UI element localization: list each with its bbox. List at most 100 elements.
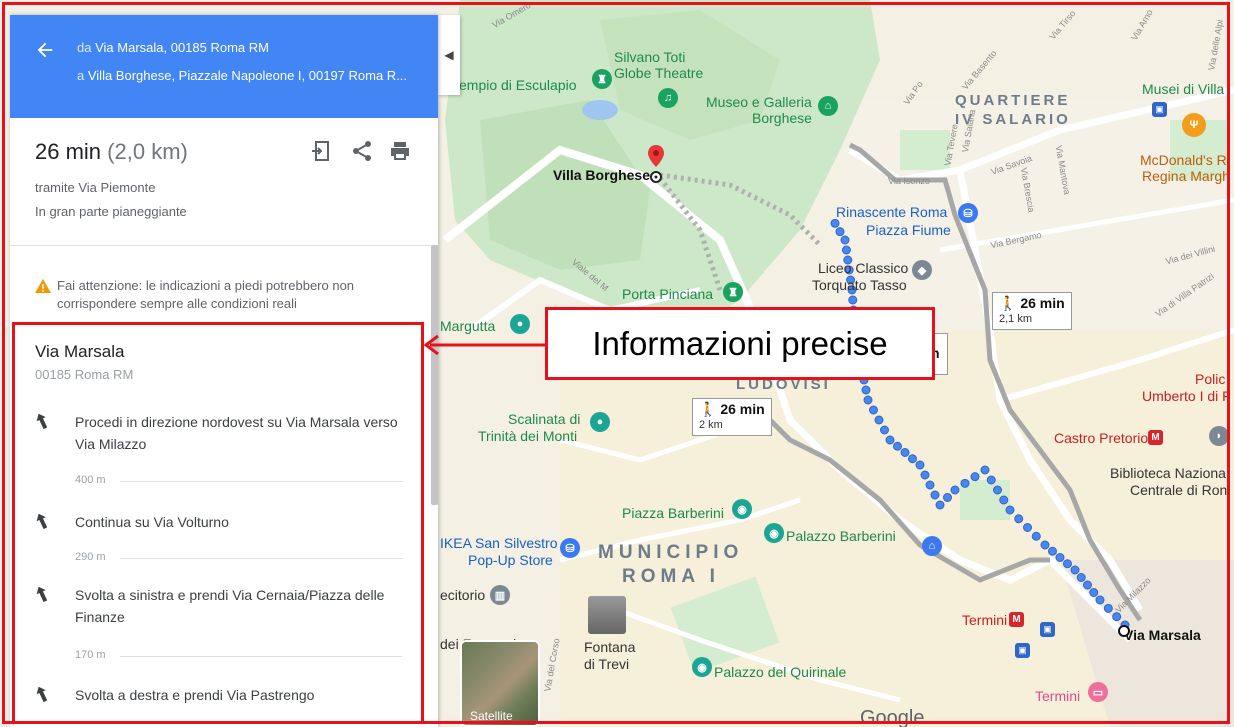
turn-right-icon [36,686,48,702]
route-dot [885,435,895,445]
route-dot [1014,514,1024,524]
step-instruction: Continua su Via Volturno [75,514,229,530]
scalinata-icon[interactable]: ● [590,412,610,432]
walk-time-2: 26 min [720,401,765,417]
termini-train-icon[interactable]: ▣ [1040,622,1055,637]
fontana-thumbnail[interactable] [588,596,626,634]
termini-label: Termini [1035,688,1081,704]
library-icon[interactable]: ◗ [1209,426,1229,446]
route-dot [863,395,873,405]
warning-text: Fai attenzione: le indicazioni a piedi p… [57,278,355,311]
walk-icon: 🚶 [999,295,1017,311]
print-icon[interactable] [388,139,412,163]
citorio-icon[interactable]: ▥ [490,585,510,605]
route-dot [1083,580,1092,590]
google-logo: Google [860,707,925,727]
directions-header: da Via Marsala, 00185 Roma RM a Villa Bo… [10,15,438,118]
bus-stop-icon[interactable]: ▣ [1152,102,1167,117]
route-to-prefix: a [77,68,85,83]
warning-icon [35,279,51,293]
direction-step[interactable]: Svolta a sinistra e prendi Via Cernaia/P… [35,584,415,664]
municipio-label-1: MUNICIPIO [598,542,744,563]
route-dot [920,470,930,480]
route-dot [925,480,935,490]
silvano-label: Silvano Toti [614,49,686,65]
route-from[interactable]: da Via Marsala, 00185 Roma RM [77,40,422,55]
termini-bus-icon[interactable]: ▣ [1015,643,1030,658]
step-distance: 290 m [75,551,106,563]
route-distance: (2,0 km) [107,139,188,164]
direction-step[interactable]: Procedi in direzione nordovest su Via Ma… [35,411,415,491]
tempio-icon[interactable]: ♜ [592,69,612,89]
direction-step[interactable]: Svolta a destra e prendi Via Pastrengo [35,684,415,724]
route-dot [893,441,902,451]
ikea-label-1: IKEA San Silvestro [440,535,558,551]
route-dot [835,227,845,237]
route-dot [960,478,970,488]
step-distance: 170 m [75,649,106,661]
church-icon[interactable]: ⌂ [922,536,942,556]
termini-shopping-icon[interactable]: ▭ [1088,682,1108,702]
palazzo-barberini-icon[interactable]: ◉ [764,523,784,543]
destination-pin-icon[interactable] [644,143,668,183]
castro-metro-icon[interactable]: M [1148,430,1163,445]
satellite-toggle[interactable]: Satellite [460,640,540,727]
quirinale-icon[interactable]: ◉ [692,657,712,677]
villa-borghese-label: Villa Borghese [553,167,651,183]
fontana-label-1: Fontana [584,639,636,655]
walking-warning: Fai attenzione: le indicazioni a piedi p… [35,277,395,313]
route-dot [943,493,952,502]
walk-time-box-1[interactable]: 🚶 26 min 2,1 km [992,292,1072,330]
step-instruction: Svolta a destra e prendi Via Pastrengo [75,687,315,703]
start-location-title: Via Marsala [35,342,125,361]
direction-step[interactable]: Continua su Via Volturno 290 m [35,511,415,571]
satellite-label: Satellite [470,709,513,723]
school-icon[interactable]: ◆ [912,260,932,280]
step-divider [120,558,402,559]
back-arrow-icon[interactable] [34,39,56,61]
route-dot [1005,505,1015,515]
route-dot [1048,546,1057,556]
route-from-place: Via Marsala, 00185 Roma RM [95,40,269,55]
step-divider [120,656,402,657]
route-dot [935,500,945,510]
step-instruction: Procedi in direzione nordovest su Via Ma… [75,414,398,452]
callout-arrow-icon [423,334,553,355]
route-dot [993,485,1002,495]
collapse-panel-button[interactable]: ◀ [438,15,460,95]
theatre-icon[interactable]: ♫ [658,88,678,108]
route-dot [1023,523,1032,532]
route-dot [841,245,851,255]
directions-panel: da Via Marsala, 00185 Roma RM a Villa Bo… [10,15,438,727]
porta-label: Porta Pinciana [622,286,714,302]
globe-label: Globe Theatre [614,65,704,81]
route-dot [840,235,850,245]
divider [10,245,438,246]
panel-scrollbar[interactable] [431,245,438,505]
museum-icon[interactable]: ⌂ [818,96,838,116]
origin-marker-icon[interactable] [1117,624,1131,638]
biblioteca-label-2: Centrale di Ron [1130,482,1228,498]
barberini-icon[interactable]: ◉ [732,499,752,519]
walk-time-box-2[interactable]: 🚶 26 min 2 km [692,398,772,436]
step-divider [120,481,402,482]
tempio-label: Tempio di Esculapio [452,77,577,93]
route-dot [1103,603,1113,613]
route-time: 26 min [35,139,102,164]
share-icon[interactable] [350,139,374,163]
send-to-phone-icon[interactable] [310,139,334,163]
route-dot [1055,553,1065,562]
route-dot [1076,573,1086,582]
route-dot [1063,559,1072,569]
walk-time-1: 26 min [1020,295,1065,311]
shopping-icon[interactable]: ⛁ [958,203,978,223]
ikea-icon[interactable]: ⛁ [560,538,580,558]
restaurant-icon[interactable]: Ψ [1182,113,1206,137]
termini-metro-icon[interactable]: M [1009,612,1024,627]
route-to[interactable]: a Villa Borghese, Piazzale Napoleone I, … [77,68,422,83]
palazzo-barberini-label: Palazzo Barberini [786,528,896,544]
route-dot [861,385,871,395]
liceo-label-2: Torquato Tasso [812,277,907,293]
porta-icon[interactable]: ♜ [723,282,743,302]
route-dot [874,415,884,425]
